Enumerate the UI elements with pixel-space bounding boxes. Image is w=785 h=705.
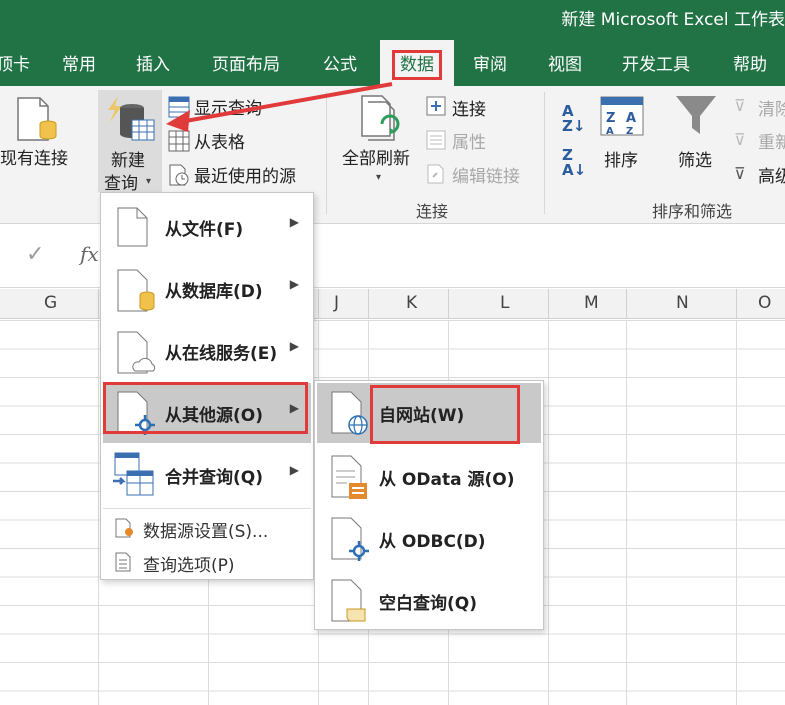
web-icon (331, 391, 368, 435)
column-divider (98, 289, 99, 319)
submenu-arrow-icon: ▶ (289, 277, 299, 291)
column-divider (448, 289, 449, 319)
highlight-box (103, 382, 308, 434)
column-header-l[interactable]: L (500, 293, 509, 313)
column-header-g[interactable]: G (44, 293, 57, 313)
submenu-arrow-icon: ▶ (289, 215, 299, 229)
menu-separator (103, 508, 311, 509)
menu-item-blank-query[interactable]: 空白查询(Q) (317, 571, 541, 631)
menu-item-from-file[interactable]: 从文件(F) ▶ (103, 197, 311, 257)
menu-item-label: 从 ODBC(D) (379, 532, 486, 552)
menu-item-label: 从文件(F) (165, 220, 244, 240)
menu-item-label: 从数据库(D) (165, 282, 263, 302)
odbc-icon (331, 517, 369, 561)
menu-item-label: 从 OData 源(O) (379, 470, 515, 490)
highlight-box (370, 385, 520, 444)
odata-icon (331, 455, 367, 499)
column-header-o[interactable]: O (758, 293, 771, 313)
column-header-k[interactable]: K (406, 293, 417, 313)
menu-item-query-options[interactable]: 查询选项(P) (103, 547, 311, 577)
menu-item-from-online-services[interactable]: 从在线服务(E) ▶ (103, 321, 311, 381)
column-divider (626, 289, 627, 319)
menu-item-label: 查询选项(P) (143, 556, 235, 576)
menu-item-from-odata[interactable]: 从 OData 源(O) (317, 447, 541, 507)
menu-item-from-odbc[interactable]: 从 ODBC(D) (317, 509, 541, 569)
menu-item-label: 数据源设置(S)... (143, 522, 269, 542)
grid-line (736, 320, 737, 705)
column-divider (548, 289, 549, 319)
column-header-n[interactable]: N (676, 293, 689, 313)
menu-item-label: 合并查询(Q) (165, 468, 263, 488)
column-divider (318, 289, 319, 319)
grid-line (548, 320, 549, 705)
menu-item-data-source-settings[interactable]: 数据源设置(S)... (103, 513, 311, 543)
column-divider (368, 289, 369, 319)
menu-item-combine-queries[interactable]: 合并查询(Q) ▶ (103, 445, 311, 505)
file-icon (117, 207, 148, 247)
column-header-j[interactable]: J (334, 293, 339, 313)
column-divider (736, 289, 737, 319)
blank-query-icon (331, 579, 366, 622)
menu-item-from-database[interactable]: 从数据库(D) ▶ (103, 259, 311, 319)
grid-line (98, 320, 99, 705)
grid-line (626, 320, 627, 705)
query-options-icon (115, 552, 131, 572)
menu-item-label: 空白查询(Q) (379, 594, 477, 614)
submenu-arrow-icon: ▶ (289, 463, 299, 477)
database-icon (117, 269, 155, 312)
submenu-arrow-icon: ▶ (289, 339, 299, 353)
confirm-icon[interactable]: ✓ (26, 242, 44, 267)
combine-icon (113, 452, 154, 496)
insert-function-icon[interactable]: fx (80, 242, 99, 266)
cloud-icon (117, 331, 156, 374)
settings-icon (115, 518, 133, 538)
menu-item-label: 从在线服务(E) (165, 344, 278, 364)
column-header-m[interactable]: M (584, 293, 599, 313)
